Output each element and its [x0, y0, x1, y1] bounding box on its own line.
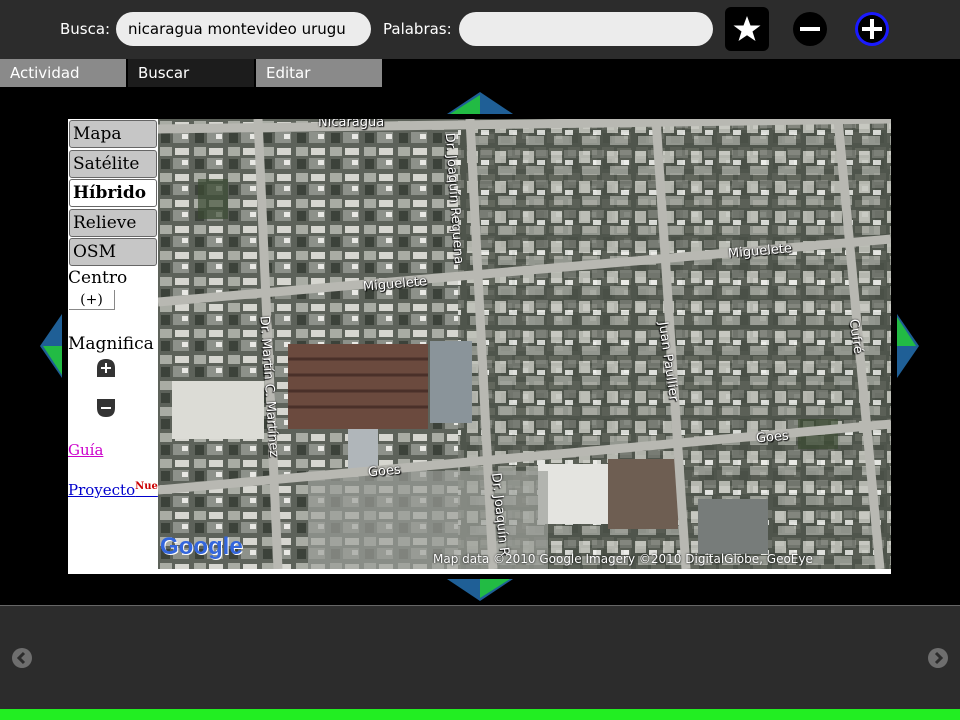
nuevo-badge: Nue — [135, 481, 158, 492]
search-label: Busca: — [60, 20, 111, 38]
map-type-relieve-button[interactable]: Relieve — [69, 209, 157, 237]
street-label-nicaragua: Nicaragua — [318, 119, 385, 130]
centro-label: Centro — [68, 268, 128, 288]
pan-down-arrow-icon[interactable] — [446, 578, 514, 602]
tab-editar[interactable]: Editar — [256, 59, 382, 87]
map-sidebar: Mapa Satélite Híbrido Relieve OSM Centro… — [68, 119, 158, 574]
street-label-goes-left: Goes — [367, 462, 402, 481]
proyecto-link-text: Proyecto — [68, 481, 136, 499]
top-toolbar: Busca: nicaragua montevideo urugu Palabr… — [0, 0, 960, 59]
google-logo: Google — [160, 533, 243, 560]
zoom-out-button[interactable] — [788, 7, 832, 51]
map-type-satelite-button[interactable]: Satélite — [69, 150, 157, 178]
magnify-minus-icon[interactable] — [96, 398, 116, 418]
magnifica-label: Magnifica — [68, 334, 154, 354]
star-icon — [725, 7, 769, 51]
satellite-map[interactable]: Nicaragua Dr. Joaquín Requena Miguelete … — [158, 119, 891, 569]
map-type-hibrido-button[interactable]: Híbrido — [69, 179, 157, 207]
plus-circle-icon — [855, 12, 889, 46]
pan-right-arrow-icon[interactable] — [896, 313, 920, 379]
status-bar — [0, 709, 960, 720]
guia-link[interactable]: Guía — [68, 441, 103, 459]
map-type-mapa-button[interactable]: Mapa — [69, 120, 157, 148]
tab-bar: Actividad Buscar Editar — [0, 59, 960, 88]
words-input[interactable] — [459, 12, 713, 46]
minus-circle-icon — [793, 12, 827, 46]
zoom-in-button[interactable] — [850, 7, 894, 51]
map-attribution: Map data ©2010 Google Imagery ©2010 Digi… — [433, 552, 813, 566]
bottom-panel — [0, 605, 960, 709]
search-input[interactable]: nicaragua montevideo urugu — [116, 12, 371, 46]
pan-left-arrow-icon[interactable] — [39, 313, 63, 379]
street-label-goes-right: Goes — [755, 428, 790, 447]
centro-button[interactable]: (+) — [69, 290, 115, 310]
map-container: Mapa Satélite Híbrido Relieve OSM Centro… — [68, 119, 891, 574]
chevron-right-icon[interactable] — [927, 647, 949, 669]
tab-buscar[interactable]: Buscar — [128, 59, 254, 87]
chevron-left-icon[interactable] — [11, 647, 33, 669]
pan-up-arrow-icon[interactable] — [446, 91, 514, 115]
map-type-osm-button[interactable]: OSM — [69, 238, 157, 266]
favorite-button[interactable] — [725, 7, 769, 51]
proyecto-link[interactable]: ProyectoNue — [68, 481, 158, 499]
tab-actividad[interactable]: Actividad — [0, 59, 126, 87]
magnify-plus-icon[interactable] — [96, 358, 116, 378]
words-label: Palabras: — [383, 20, 452, 38]
